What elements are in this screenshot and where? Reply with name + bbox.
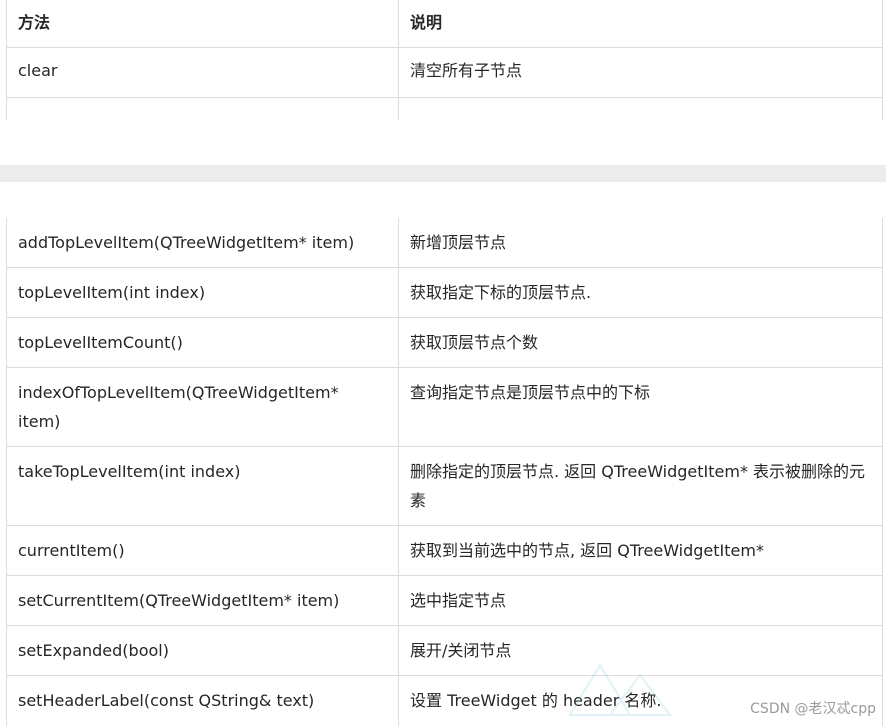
desc-cell: 新增顶层节点: [410, 233, 507, 252]
method-cell: setCurrentItem(QTreeWidgetItem* item): [7, 576, 399, 625]
table-header-row: 方法 说明: [7, 0, 882, 48]
desc-cell: 清空所有子节点: [410, 61, 523, 80]
header-desc: 说明: [410, 13, 443, 32]
desc-cell: 获取到当前选中的节点, 返回 QTreeWidgetItem*: [410, 541, 764, 560]
method-cell: indexOfTopLevelItem(QTreeWidgetItem* ite…: [7, 368, 399, 446]
table-row: setCurrentItem(QTreeWidgetItem* item) 选中…: [7, 576, 882, 626]
method-cell: addTopLevelItem(QTreeWidgetItem* item): [7, 218, 399, 267]
method-cell: [7, 98, 399, 122]
csdn-watermark: CSDN @老汉忒cpp: [750, 701, 876, 717]
desc-cell: 查询指定节点是顶层节点中的下标: [410, 383, 651, 402]
table-row: addTopLevelItem(QTreeWidgetItem* item) 新…: [7, 218, 882, 268]
method-cell: topLevelItem(int index): [7, 268, 399, 317]
table-row: topLevelItem(int index) 获取指定下标的顶层节点.: [7, 268, 882, 318]
table-row: clear 清空所有子节点: [7, 48, 882, 98]
method-cell: clear: [7, 48, 399, 97]
table-row: indexOfTopLevelItem(QTreeWidgetItem* ite…: [7, 368, 882, 447]
separator-band: [0, 165, 886, 182]
table-row: topLevelItemCount() 获取顶层节点个数: [7, 318, 882, 368]
table-row: takeTopLevelItem(int index) 删除指定的顶层节点. 返…: [7, 447, 882, 526]
method-cell: currentItem(): [7, 526, 399, 575]
desc-cell: 获取顶层节点个数: [410, 333, 539, 352]
watermark-logo-icon: [568, 663, 672, 716]
table-row: setExpanded(bool) 展开/关闭节点: [7, 626, 882, 676]
desc-cell: 获取指定下标的顶层节点.: [410, 283, 592, 302]
desc-cell: 删除指定的顶层节点. 返回 QTreeWidgetItem* 表示被删除的元素: [410, 462, 866, 510]
methods-table-main: addTopLevelItem(QTreeWidgetItem* item) 新…: [6, 218, 883, 726]
page-gap: [0, 120, 886, 165]
method-cell: setExpanded(bool): [7, 626, 399, 675]
method-cell: setHeaderLabel(const QString& text): [7, 676, 399, 726]
table-row: [7, 98, 882, 122]
method-cell: takeTopLevelItem(int index): [7, 447, 399, 525]
header-method: 方法: [7, 0, 399, 47]
desc-cell: [399, 98, 882, 122]
table-row: currentItem() 获取到当前选中的节点, 返回 QTreeWidget…: [7, 526, 882, 576]
methods-table-top: 方法 说明 clear 清空所有子节点: [6, 0, 883, 122]
method-cell: topLevelItemCount(): [7, 318, 399, 367]
desc-cell: 选中指定节点: [410, 591, 507, 610]
